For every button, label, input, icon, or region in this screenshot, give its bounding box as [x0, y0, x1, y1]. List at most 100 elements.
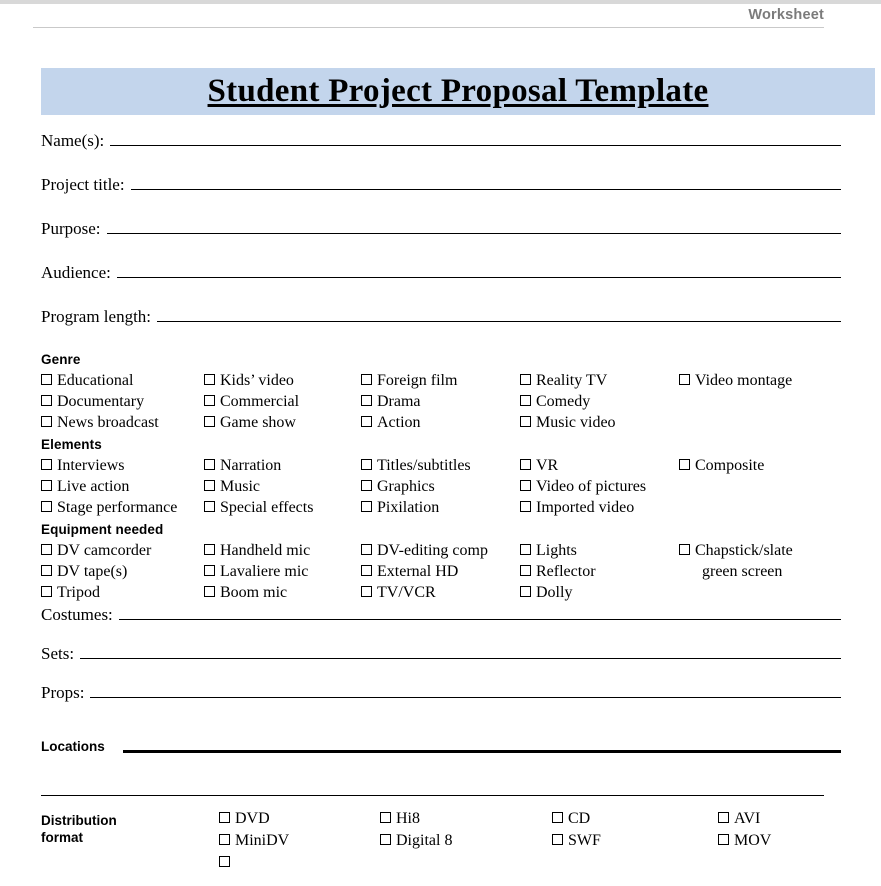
checkbox-item[interactable]: Commercial	[204, 392, 299, 413]
field-row-props[interactable]: Props:	[41, 683, 841, 722]
field-row-project-title[interactable]: Project title:	[41, 175, 841, 219]
checkbox-icon[interactable]	[361, 544, 372, 555]
field-row-program-length[interactable]: Program length:	[41, 307, 841, 350]
checkbox-icon[interactable]	[361, 459, 372, 470]
checkbox-icon[interactable]	[219, 834, 230, 845]
field-blank-locations[interactable]	[122, 740, 841, 753]
checkbox-item[interactable]: Comedy	[520, 392, 616, 413]
checkbox-icon[interactable]	[41, 459, 52, 470]
checkbox-item[interactable]: Digital 8	[380, 831, 452, 853]
checkbox-icon[interactable]	[204, 565, 215, 576]
checkbox-icon[interactable]	[361, 374, 372, 385]
checkbox-icon[interactable]	[361, 395, 372, 406]
checkbox-icon[interactable]	[41, 395, 52, 406]
checkbox-item[interactable]: Reflector	[520, 562, 596, 583]
checkbox-item[interactable]: Stage performance	[41, 498, 177, 519]
checkbox-item[interactable]: CD	[552, 809, 601, 831]
checkbox-item[interactable]: MiniDV	[219, 831, 289, 853]
field-blank-purpose[interactable]	[106, 220, 841, 234]
checkbox-item[interactable]: Boom mic	[204, 583, 310, 604]
checkbox-icon[interactable]	[41, 565, 52, 576]
checkbox-icon[interactable]	[41, 374, 52, 385]
checkbox-item[interactable]: Hi8	[380, 809, 452, 831]
checkbox-item[interactable]: Handheld mic	[204, 541, 310, 562]
checkbox-icon[interactable]	[41, 544, 52, 555]
checkbox-icon[interactable]	[204, 416, 215, 427]
checkbox-item[interactable]: Live action	[41, 477, 177, 498]
checkbox-icon[interactable]	[718, 812, 729, 823]
checkbox-icon[interactable]	[204, 395, 215, 406]
checkbox-icon[interactable]	[552, 812, 563, 823]
checkbox-item[interactable]: Pixilation	[361, 498, 471, 519]
checkbox-item[interactable]: Educational	[41, 371, 159, 392]
checkbox-item[interactable]: Action	[361, 413, 457, 434]
checkbox-item[interactable]: Drama	[361, 392, 457, 413]
checkbox-item[interactable]: Foreign film	[361, 371, 457, 392]
checkbox-icon[interactable]	[41, 480, 52, 491]
checkbox-icon[interactable]	[219, 856, 230, 867]
checkbox-icon[interactable]	[41, 501, 52, 512]
checkbox-icon[interactable]	[361, 416, 372, 427]
field-blank-costumes[interactable]	[118, 606, 841, 620]
checkbox-item[interactable]: Video of pictures	[520, 477, 646, 498]
field-row-audience[interactable]: Audience:	[41, 263, 841, 307]
checkbox-icon[interactable]	[520, 565, 531, 576]
checkbox-item[interactable]: Reality TV	[520, 371, 616, 392]
checkbox-icon[interactable]	[552, 834, 563, 845]
checkbox-item[interactable]: AVI	[718, 809, 771, 831]
checkbox-item[interactable]: DV-editing comp	[361, 541, 488, 562]
checkbox-item[interactable]: Chapstick/slate	[679, 541, 793, 562]
checkbox-icon[interactable]	[380, 834, 391, 845]
checkbox-icon[interactable]	[41, 586, 52, 597]
checkbox-icon[interactable]	[520, 374, 531, 385]
field-blank-props[interactable]	[90, 684, 841, 698]
checkbox-item[interactable]: Composite	[679, 456, 764, 477]
checkbox-icon[interactable]	[41, 416, 52, 427]
checkbox-icon[interactable]	[361, 501, 372, 512]
field-blank-audience[interactable]	[116, 264, 841, 278]
checkbox-icon[interactable]	[679, 544, 690, 555]
checkbox-item[interactable]: Graphics	[361, 477, 471, 498]
checkbox-item[interactable]: VR	[520, 456, 646, 477]
checkbox-icon[interactable]	[204, 586, 215, 597]
checkbox-icon[interactable]	[361, 565, 372, 576]
checkbox-icon[interactable]	[380, 812, 391, 823]
field-blank-project-title[interactable]	[130, 176, 841, 190]
checkbox-icon[interactable]	[520, 501, 531, 512]
checkbox-item[interactable]	[219, 853, 289, 875]
checkbox-item[interactable]: Video montage	[679, 371, 792, 392]
field-row-sets[interactable]: Sets:	[41, 644, 841, 683]
checkbox-item[interactable]: News broadcast	[41, 413, 159, 434]
checkbox-item[interactable]: Dolly	[520, 583, 596, 604]
checkbox-item[interactable]: DV tape(s)	[41, 562, 151, 583]
checkbox-icon[interactable]	[204, 459, 215, 470]
checkbox-item[interactable]: Documentary	[41, 392, 159, 413]
checkbox-item[interactable]: DVD	[219, 809, 289, 831]
checkbox-item[interactable]: Kids’ video	[204, 371, 299, 392]
field-blank-names[interactable]	[110, 132, 841, 146]
checkbox-item[interactable]: Narration	[204, 456, 313, 477]
checkbox-item[interactable]: DV camcorder	[41, 541, 151, 562]
checkbox-item[interactable]: Music video	[520, 413, 616, 434]
field-row-costumes[interactable]: Costumes:	[41, 605, 841, 644]
checkbox-icon[interactable]	[204, 501, 215, 512]
checkbox-icon[interactable]	[520, 586, 531, 597]
field-row-locations[interactable]: Locations	[41, 726, 841, 766]
checkbox-icon[interactable]	[204, 480, 215, 491]
checkbox-icon[interactable]	[361, 586, 372, 597]
checkbox-item[interactable]: Imported video	[520, 498, 646, 519]
checkbox-item[interactable]: TV/VCR	[361, 583, 488, 604]
field-row-purpose[interactable]: Purpose:	[41, 219, 841, 263]
checkbox-item[interactable]: Titles/subtitles	[361, 456, 471, 477]
checkbox-icon[interactable]	[520, 459, 531, 470]
checkbox-item[interactable]: Game show	[204, 413, 299, 434]
field-row-names[interactable]: Name(s):	[41, 131, 841, 175]
checkbox-icon[interactable]	[520, 416, 531, 427]
field-blank-sets[interactable]	[80, 645, 841, 659]
checkbox-icon[interactable]	[718, 834, 729, 845]
checkbox-item[interactable]: Special effects	[204, 498, 313, 519]
checkbox-icon[interactable]	[361, 480, 372, 491]
checkbox-icon[interactable]	[204, 374, 215, 385]
checkbox-icon[interactable]	[679, 459, 690, 470]
checkbox-icon[interactable]	[520, 544, 531, 555]
